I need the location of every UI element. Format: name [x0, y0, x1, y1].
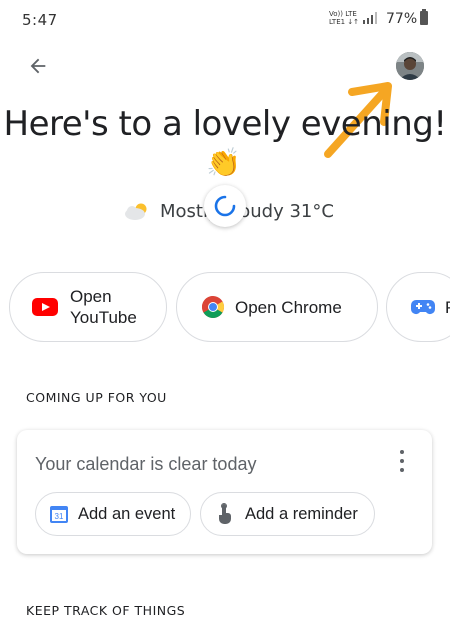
more-vert-dot: [400, 450, 404, 454]
spinner-icon: [214, 195, 236, 217]
arrow-left-icon: [30, 58, 46, 74]
calendar-card-title: Your calendar is clear today: [35, 454, 257, 474]
calendar-badge-number: 31: [55, 512, 64, 521]
battery-percent: 77%: [386, 11, 418, 27]
open-chrome-label: Open Chrome: [235, 297, 342, 317]
games-label: P: [445, 297, 450, 318]
chrome-icon: [202, 296, 224, 318]
calendar-card: Your calendar is clear today 31 Add an e…: [17, 430, 432, 554]
reminder-hand-icon: [219, 503, 231, 524]
network-top-label: Vo)) LTE: [329, 10, 357, 18]
games-chip[interactable]: P: [386, 272, 450, 342]
status-time: 5:47: [22, 11, 58, 29]
open-youtube-line1: Open: [70, 287, 112, 306]
add-event-button[interactable]: 31 Add an event: [35, 492, 191, 536]
loading-spinner: [204, 185, 246, 227]
add-event-label: Add an event: [78, 504, 176, 523]
network-bottom-label: LTE1 ↓↑: [329, 18, 360, 26]
coming-up-heading: COMING UP FOR YOU: [26, 390, 167, 405]
status-bar: 5:47 Vo)) LTE LTE1 ↓↑ 77%: [0, 0, 450, 36]
person-photo-icon: [396, 52, 424, 80]
youtube-icon: [32, 298, 58, 316]
gamepad-icon: [411, 300, 435, 314]
open-youtube-label: Open YouTube: [70, 286, 137, 328]
signal-icon: [363, 12, 377, 24]
account-avatar[interactable]: [396, 52, 424, 80]
clapping-hands-emoji: 👏: [206, 147, 241, 178]
more-options-button[interactable]: [394, 450, 410, 472]
battery-icon: [420, 9, 428, 25]
back-button[interactable]: [22, 50, 54, 82]
network-indicator: Vo)) LTE LTE1 ↓↑: [329, 10, 359, 26]
partly-cloudy-icon: [125, 203, 147, 220]
weather-text: Mostly cloudy 31°C: [160, 200, 334, 222]
open-chrome-chip[interactable]: Open Chrome: [176, 272, 378, 342]
greeting-title: Here's to a lovely evening!: [3, 104, 447, 144]
open-youtube-line2: YouTube: [70, 308, 137, 327]
add-reminder-button[interactable]: Add a reminder: [200, 492, 375, 536]
open-youtube-chip[interactable]: Open YouTube: [9, 272, 167, 342]
more-vert-dot: [400, 468, 404, 472]
calendar-icon: 31: [50, 506, 68, 523]
keep-track-heading: KEEP TRACK OF THINGS: [26, 603, 186, 618]
add-reminder-label: Add a reminder: [245, 504, 358, 523]
more-vert-dot: [400, 459, 404, 463]
